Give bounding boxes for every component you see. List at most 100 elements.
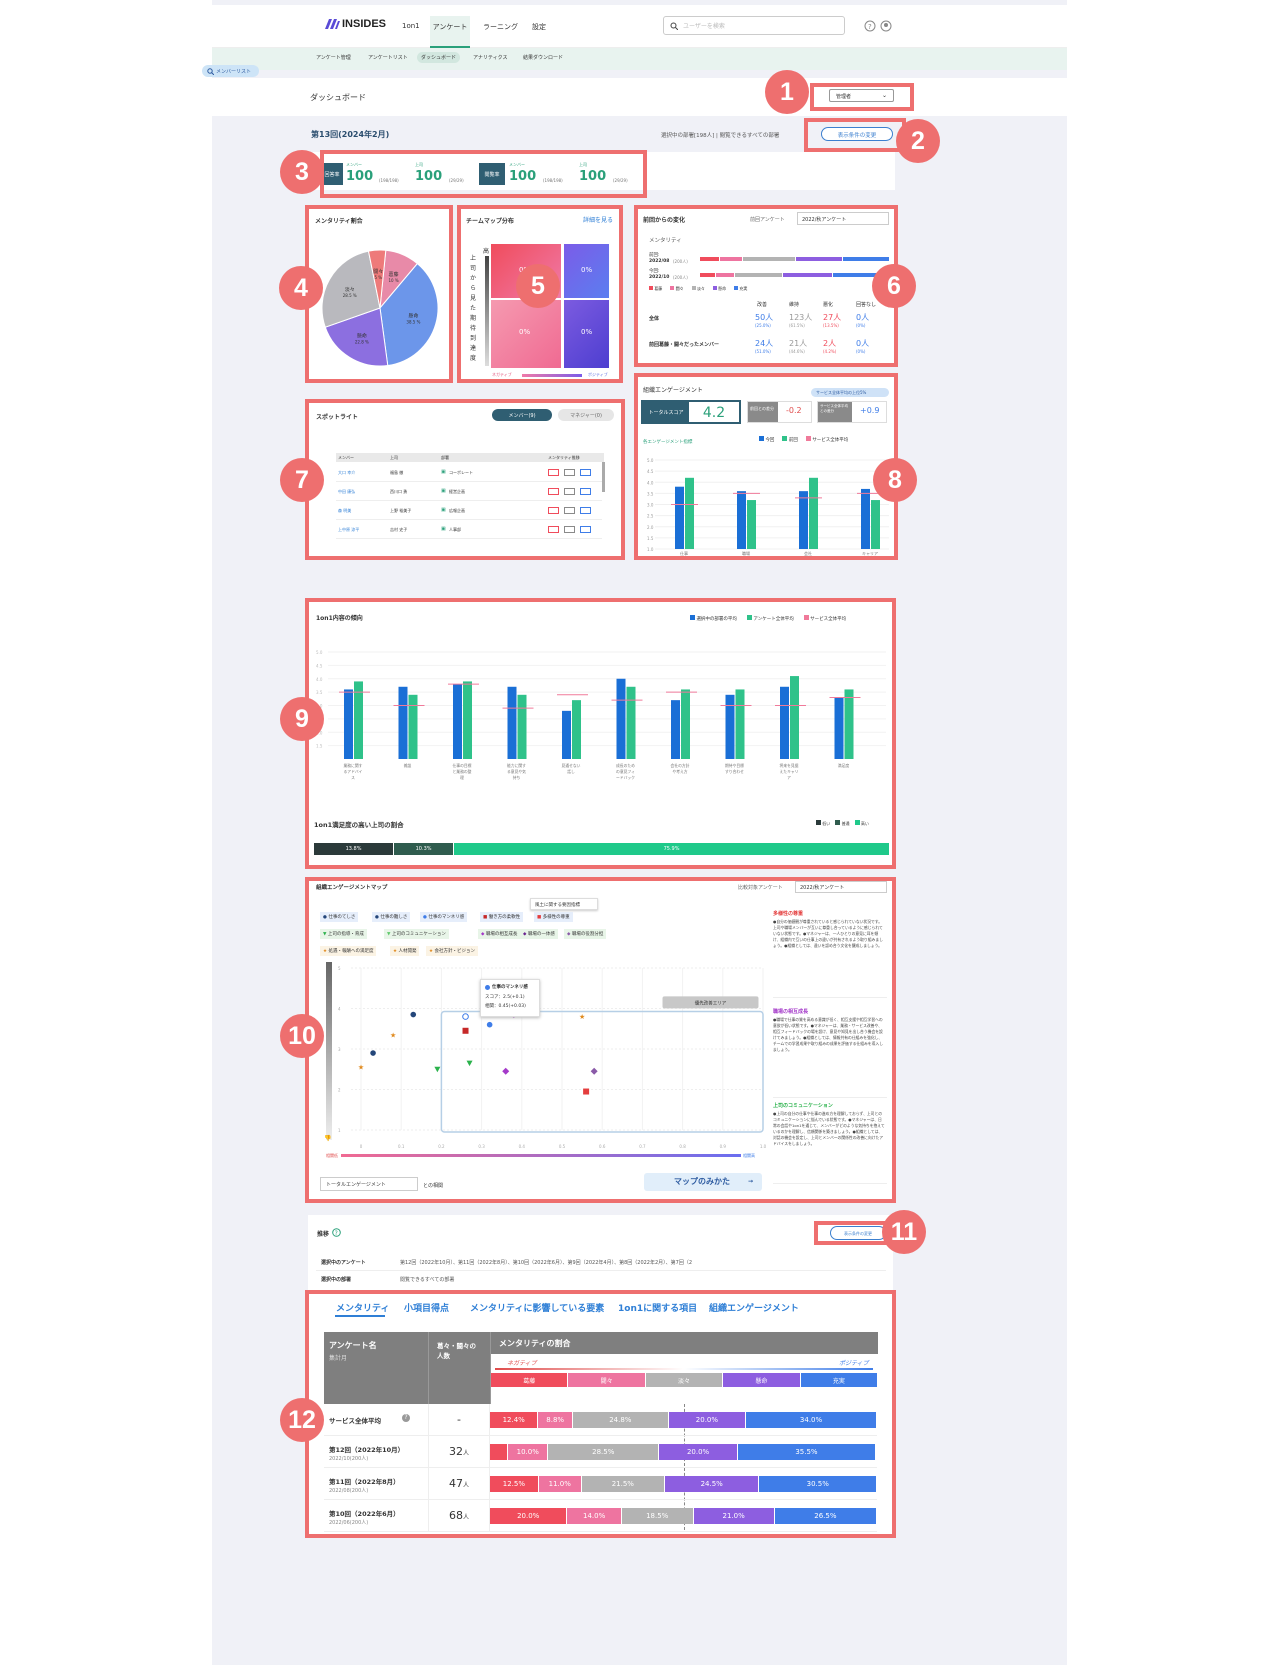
change-value: 24人	[755, 339, 774, 348]
legend-chip[interactable]: ◆ 職場の一体感	[520, 929, 558, 939]
x-tick-label: 見通せない	[562, 763, 581, 768]
spotlight-tab-manager[interactable]: マネジャー(0)	[558, 409, 614, 421]
table-row[interactable]: 第10回（2022年6月） 2022/06(200人) 68人 20.0% 14.0% 1…	[324, 1500, 877, 1532]
bar-segment	[715, 273, 735, 277]
prev-row-label: 前回:	[649, 253, 660, 258]
help-icon[interactable]: ?	[864, 20, 876, 32]
member-name: 森 明美	[338, 508, 352, 513]
y-tick-label: 1.5	[647, 536, 654, 541]
legend-chip[interactable]: ● 仕事の難しさ	[372, 912, 411, 922]
legend-chip[interactable]: ▼ 上司の指導・育成	[320, 929, 367, 939]
rate-member-sub: (198/198)	[379, 178, 399, 183]
legend-chip[interactable]: ★ 会社方針・ビジョン	[426, 946, 478, 956]
tab-survey[interactable]: アンケート	[430, 16, 470, 48]
legend-item[interactable]: サービス全体平均	[805, 436, 848, 443]
x-high-label: 相関高	[743, 1152, 755, 1158]
tab-learning[interactable]: ラーニング	[483, 22, 518, 32]
change-value: 0人	[856, 313, 870, 322]
search-input[interactable]: ユーザーを検索	[663, 16, 845, 35]
member-list-label: メンバーリスト	[216, 68, 252, 75]
legend-item[interactable]: サービス全体平均	[803, 615, 846, 622]
legend-chip[interactable]: ◆ 職場の役割分担	[564, 929, 607, 939]
legend-label: 上司のコミュニケーション	[391, 932, 446, 937]
marker-badge-10: 10	[280, 1014, 324, 1058]
engagement-legend: 今回 前回 サービス全体平均	[759, 436, 848, 443]
legend-chip[interactable]: ■ 多様性の尊重	[534, 912, 573, 922]
spotlight-scrollbar[interactable]	[602, 462, 605, 492]
bar-dept	[616, 678, 626, 759]
row-count-unit: 人	[462, 1450, 469, 1457]
tab-sub-score[interactable]: 小項目得点	[404, 1301, 449, 1314]
transition-change-button[interactable]: 表示条件の変更	[830, 1226, 886, 1240]
badge-number: 9	[295, 704, 309, 733]
help-icon[interactable]: ?	[332, 1228, 341, 1237]
member-name: 中田 康弘	[338, 489, 356, 494]
compare-select[interactable]: 2022/秋アンケート	[795, 881, 887, 893]
diff-avg-box: サービス全体平均との差分 +0.9	[817, 401, 887, 423]
x-tick-label: 成長のため	[616, 763, 635, 768]
prev-survey-select[interactable]: 2022/秋アンケート	[797, 212, 889, 225]
change-sub: (61.5%)	[789, 323, 805, 328]
role-select[interactable]: 管理者 ⌄	[829, 89, 894, 102]
bar-current	[861, 488, 870, 549]
tab-engagement[interactable]: 組織エンゲージメント	[709, 1301, 799, 1314]
map-guide-button[interactable]: マップのみかた →	[644, 1173, 762, 1191]
legend-item[interactable]: 選択中の部署の平均	[690, 615, 737, 622]
spotlight-tab-member[interactable]: メンバー(9)	[492, 409, 552, 421]
marker-badge-4: 4	[279, 266, 323, 310]
legend-item[interactable]: 前回	[782, 436, 798, 443]
change-sub: (44.6%)	[789, 349, 805, 354]
prev-survey-label: 前回アンケート	[750, 217, 785, 223]
user-avatar-icon[interactable]	[880, 20, 892, 32]
trend-bar-chart: 5.04.54.03.53.02.52.01.5業務に関するアドバイス雑談仕事の…	[316, 650, 886, 780]
bar-segment	[795, 257, 842, 261]
member-list-button[interactable]: メンバーリスト	[202, 65, 259, 77]
subnav-dashboard[interactable]: ダッシュボード	[417, 52, 461, 63]
tab-1on1[interactable]: 1on1に関する項目	[618, 1301, 697, 1314]
table-row[interactable]: 第12回（2022年10月） 2022/10(200人) 32人 10.0% 28.5%…	[324, 1436, 877, 1468]
scatter-point: ★	[390, 1031, 396, 1039]
table-row[interactable]: 第11回（2022年8月） 2022/08(200人) 47人 12.5% 11.0% 2…	[324, 1468, 877, 1500]
mentality-stacked-bar: 12.4% 8.8% 24.8% 20.0% 34.0%	[490, 1412, 877, 1428]
change-sub: (0%)	[856, 323, 866, 328]
tab-mentality[interactable]: メンタリティ	[336, 1301, 389, 1314]
legend-item[interactable]: アンケート全体平均	[746, 615, 794, 622]
table-row[interactable]: サービス全体平均? - 12.4% 8.8% 24.8% 20.0% 34.0%	[324, 1404, 877, 1436]
tab-1on1[interactable]: 1on1	[402, 22, 420, 30]
subnav-survey-list[interactable]: アンケートリスト	[368, 54, 408, 61]
tab-settings[interactable]: 設定	[532, 22, 546, 32]
spotlight-row[interactable]: 森 明美 上野 裕美子 ▣ 広報企画	[336, 503, 602, 520]
subnav-analytics[interactable]: アナリティクス	[473, 54, 507, 61]
teammap-cell[interactable]: 0%	[564, 244, 609, 298]
trend-title: 1on1内容の傾向	[316, 615, 363, 622]
teammap-cell[interactable]: 0%	[564, 300, 609, 368]
mentality-pie-chart: 葛藤10 %懸命38.5 %懸命22.8 %淡々28.5 %闘々5 %	[321, 249, 439, 367]
correlation-select[interactable]: トータルエンゲージメント	[320, 1177, 418, 1191]
legend-item[interactable]: 今回	[759, 436, 774, 443]
divider	[316, 1270, 886, 1271]
teammap-detail-link[interactable]: 詳細を見る	[583, 215, 613, 224]
scatter-point	[462, 1013, 469, 1020]
legend-chip[interactable]: ● 仕事のマンネリ感	[420, 912, 468, 922]
teammap-cell[interactable]: 0%	[491, 300, 561, 368]
rate-member-label: メンバー	[346, 162, 362, 167]
change-conditions-button[interactable]: 表示条件の変更	[821, 127, 893, 141]
map-guide-label: マップのみかた	[674, 1177, 730, 1186]
legend-chip[interactable]: ◆ 職場の相互成長	[478, 929, 521, 939]
logo[interactable]: INSIDES	[324, 18, 386, 30]
legend-chip[interactable]: ★ 人材開発	[390, 946, 420, 956]
spotlight-row[interactable]: 大口 幸介 福島 徹 ▣ コーポレート	[336, 465, 602, 482]
spotlight-row[interactable]: 中田 康弘 西川口 勇 ▣ 経営企画	[336, 484, 602, 501]
legend-chip[interactable]: ▼ 上司のコミュニケーション	[384, 929, 449, 939]
subnav-survey-management[interactable]: アンケート管理	[316, 54, 351, 61]
bar-segment: 14.0%	[567, 1508, 621, 1524]
legend-chip[interactable]: ■ 働き方の柔軟性	[480, 912, 524, 922]
subnav-download[interactable]: 結果ダウンロード	[523, 54, 563, 61]
spotlight-row[interactable]: 上中原 涼平 吉村 史子 ▣ 人事部	[336, 522, 602, 539]
y-tick-label: 3.5	[316, 690, 323, 695]
legend-chip[interactable]: ★ 処遇・報酬への満足度	[320, 946, 377, 956]
legend-chip[interactable]: ● 仕事のてしさ	[320, 912, 359, 922]
tab-factors[interactable]: メンタリティに影響している要素	[470, 1301, 604, 1314]
rate-member-value: 100	[346, 169, 374, 184]
engmap-title: 組織エンゲージメントマップ	[316, 885, 388, 891]
